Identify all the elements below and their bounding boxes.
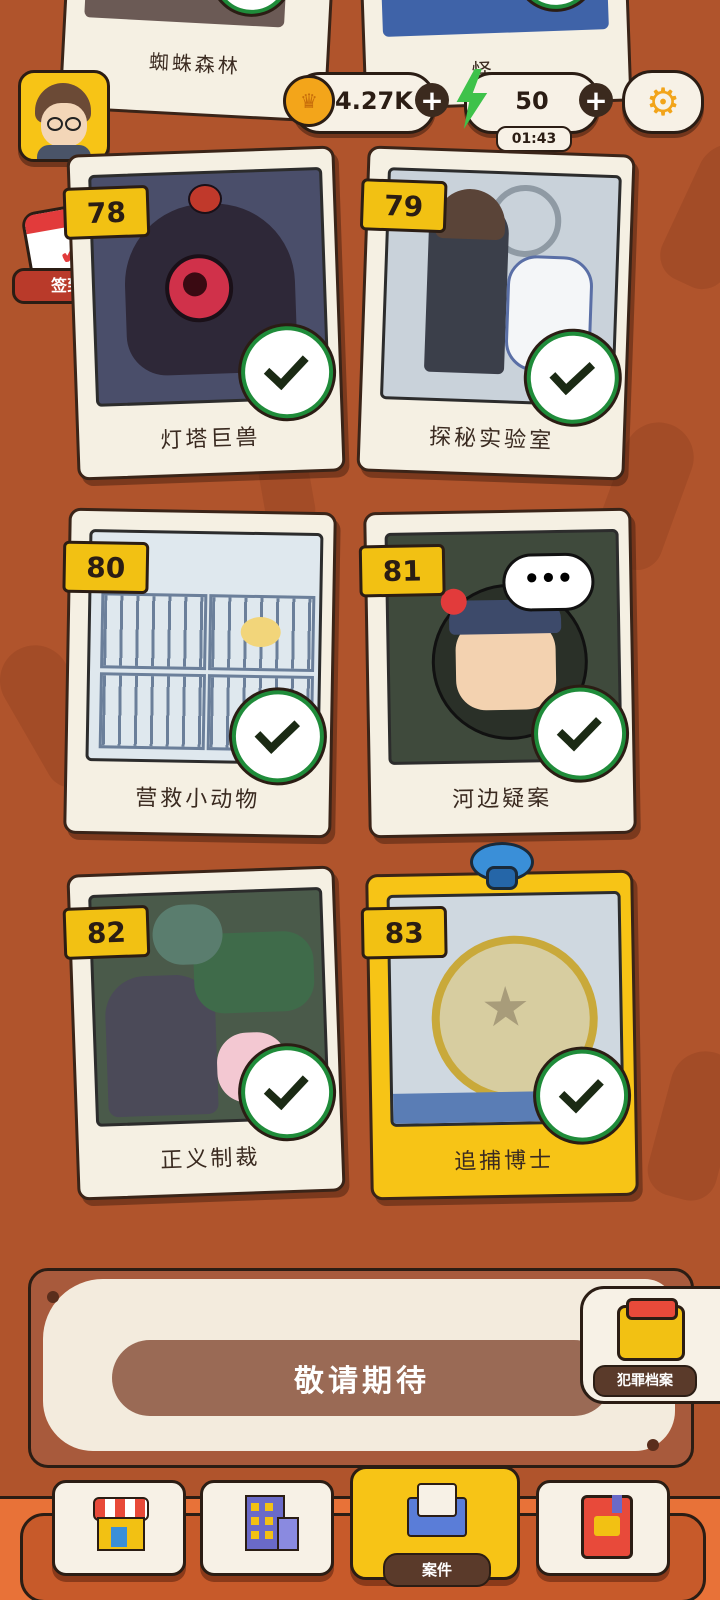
case-card-79[interactable]: 79 探秘实验室 [356, 145, 636, 481]
case-name: 探秘实验室 [428, 424, 555, 455]
nav-cases-label: 案件 [383, 1553, 491, 1587]
nav-notebook-button[interactable] [536, 1480, 670, 1576]
nav-shop-button[interactable] [52, 1480, 186, 1576]
completed-check-icon [533, 686, 627, 781]
add-energy-button[interactable]: + [579, 83, 613, 117]
city-icon [239, 1495, 299, 1551]
completed-check-icon [231, 689, 325, 784]
footprint-decoration [641, 1043, 720, 1207]
case-name: 灯塔巨兽 [159, 425, 261, 454]
nav-city-button[interactable] [200, 1480, 334, 1576]
case-card-82[interactable]: 82 正义制裁 [62, 865, 346, 1201]
settings-button[interactable]: ⚙ [622, 70, 704, 134]
case-number-badge: 82 [62, 904, 151, 960]
case-card-78[interactable]: 78 灯塔巨兽 [62, 145, 346, 481]
case-name: 营救小动物 [135, 785, 261, 814]
archive-tray-icon [617, 1298, 685, 1361]
case-number-badge: 81 [358, 543, 446, 598]
coin-counter[interactable]: ♛ 4.27K + [283, 72, 449, 134]
crime-archive-button[interactable]: 犯罪档案 [580, 1286, 720, 1404]
case-number-badge: 78 [62, 184, 151, 240]
case-number-badge: 83 [360, 905, 448, 960]
nav-cases-button[interactable]: 案件 [350, 1466, 520, 1587]
energy-counter[interactable]: 50 + [456, 69, 613, 134]
case-picture [380, 0, 609, 37]
case-card-83[interactable]: 83 追捕博士 [360, 869, 639, 1201]
game-screen: 蜘蛛森林 怪... ♛ 4.27K + 50 + 01:43 ⚙ ✔ 签到 [0, 0, 720, 1600]
blue-pin-base [486, 866, 518, 890]
completed-check-icon [535, 1048, 629, 1143]
energy-amount: 50 [515, 87, 549, 115]
case-card-80[interactable]: 80 营救小动物 [62, 507, 337, 839]
coming-soon-pill: 敬请期待 [112, 1340, 612, 1416]
coin-amount: 4.27K [335, 87, 413, 115]
case-number-badge: 80 [62, 540, 150, 595]
notebook-icon [581, 1495, 633, 1559]
coin-icon: ♛ [283, 75, 335, 127]
case-envelope-icon [407, 1483, 467, 1537]
player-avatar[interactable] [18, 70, 110, 162]
case-card-81[interactable]: ••• 81 河边疑案 [358, 507, 637, 839]
case-name: 追捕博士 [453, 1148, 555, 1175]
case-number-badge: 79 [359, 178, 448, 234]
gear-icon: ⚙ [645, 80, 681, 124]
archive-label: 犯罪档案 [593, 1365, 697, 1397]
coming-soon-text: 敬请期待 [294, 1364, 430, 1399]
shop-icon [93, 1497, 149, 1551]
energy-timer: 01:43 [496, 126, 572, 152]
case-name: 正义制裁 [159, 1145, 261, 1174]
case-name: 河边疑案 [451, 786, 553, 813]
footprint-decoration [651, 132, 720, 298]
add-coins-button[interactable]: + [415, 83, 449, 117]
